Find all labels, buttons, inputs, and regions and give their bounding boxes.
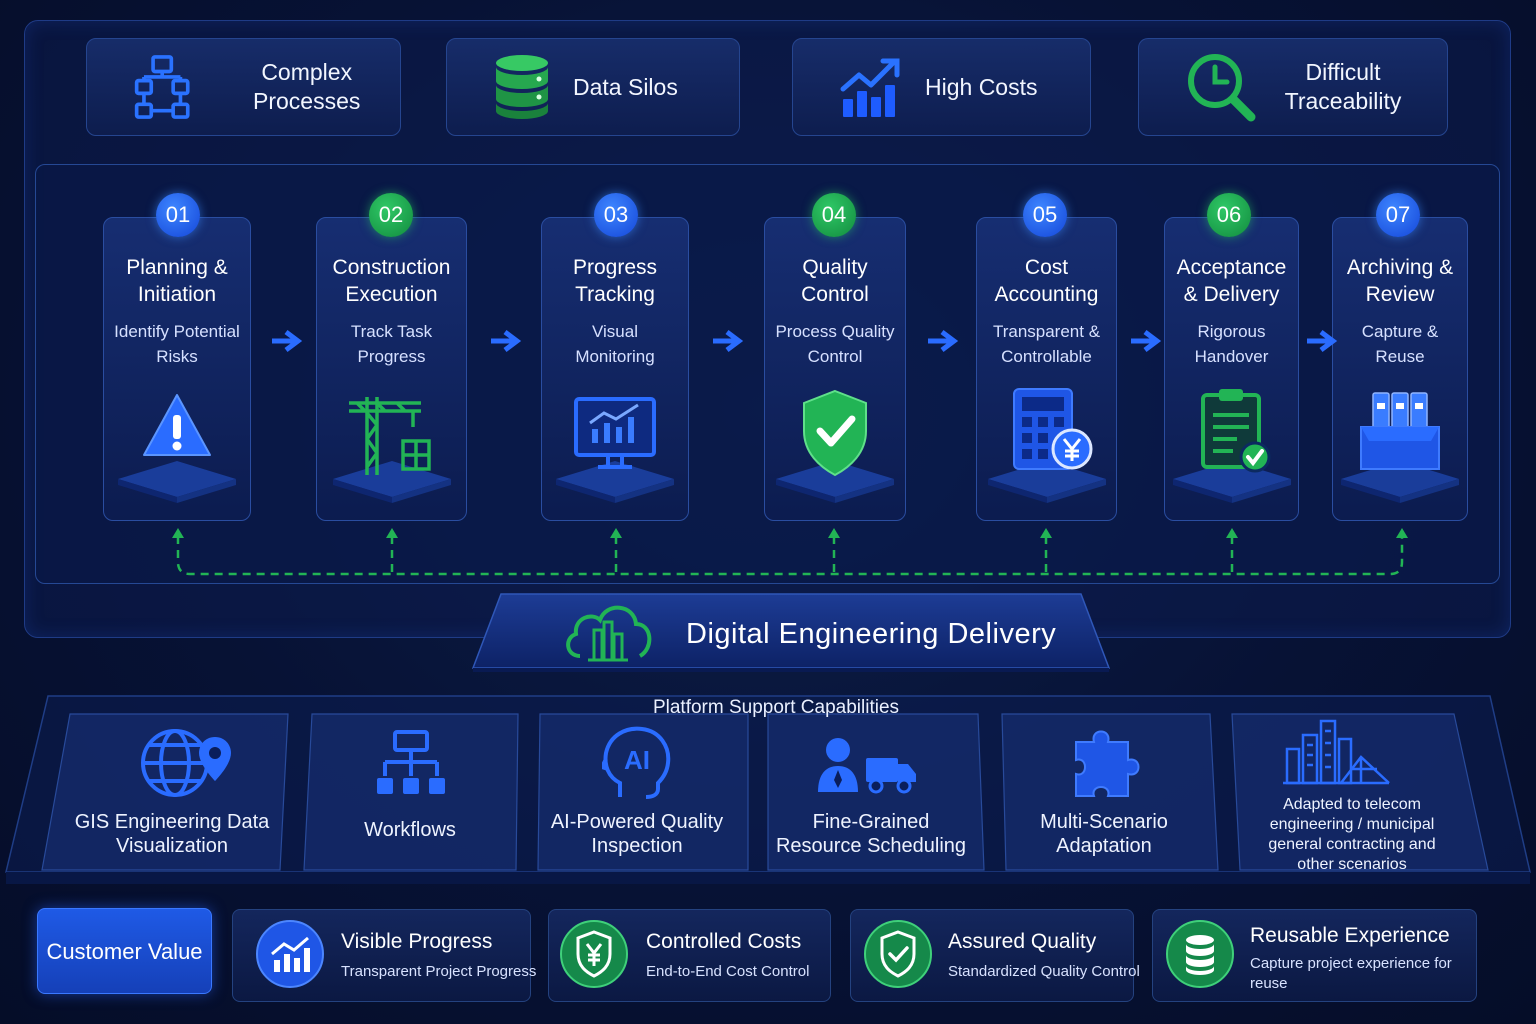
step-card-construction: Construction Execution Track Task Progre… — [316, 217, 467, 521]
step-badge-07: 07 — [1376, 193, 1420, 237]
pain-label: Difficult Traceability — [1284, 59, 1402, 114]
step-title: Acceptance & Delivery — [1176, 256, 1287, 306]
value-title: Assured Quality — [948, 930, 1097, 953]
capability-adapted-scenarios: Adapted to telecom engineering / municip… — [1268, 796, 1436, 873]
step-card-quality: Quality Control Process Quality Control — [764, 217, 906, 521]
arrow-right-icon — [713, 330, 744, 352]
step-subtitle: Capture & Reuse — [1361, 322, 1439, 366]
step-subtitle: Process Quality Control — [775, 322, 895, 366]
value-title: Controlled Costs — [646, 930, 802, 953]
arrow-right-icon — [272, 330, 303, 352]
database-icon — [1166, 920, 1234, 988]
capability-multi-scenario: Multi-Scenario Adaptation — [1040, 811, 1168, 857]
city-skyline-icon — [1283, 719, 1390, 785]
value-subtitle: End-to-End Cost Control — [646, 963, 810, 980]
pain-card-high-costs: High Costs — [792, 38, 1091, 136]
person-truck-icon — [818, 738, 916, 794]
capability-ai-inspection: AI-Powered Quality Inspection — [550, 811, 724, 857]
step-card-planning: Planning & Initiation Identify Potential… — [103, 217, 251, 521]
pain-label: Complex Processes — [253, 59, 361, 114]
ai-head-icon: AI — [602, 726, 671, 799]
value-title: Reusable Experience — [1250, 924, 1450, 947]
step-subtitle: Transparent & Controllable — [992, 322, 1101, 366]
clock-magnifier-icon — [1188, 54, 1256, 122]
step-card-progress: Progress Tracking Visual Monitoring — [541, 217, 689, 521]
step-badge-05: 05 — [1023, 193, 1067, 237]
capability-gis: GIS Engineering Data Visualization — [74, 811, 270, 857]
bar-chart-icon — [256, 920, 324, 988]
step-subtitle: Visual Monitoring — [575, 322, 655, 366]
step-badge-06: 06 — [1207, 193, 1251, 237]
step-badge-01: 01 — [156, 193, 200, 237]
archive-binders-icon — [1341, 392, 1459, 503]
arrow-right-icon — [1131, 330, 1162, 352]
svg-text:AI: AI — [624, 745, 650, 775]
step-title: Progress Tracking — [572, 256, 658, 306]
workflow-icon — [377, 730, 445, 794]
step-card-archiving: Archiving & Review Capture & Reuse — [1332, 217, 1468, 521]
value-subtitle: Transparent Project Progress — [341, 963, 537, 980]
puzzle-icon — [1075, 730, 1140, 797]
capability-resource-scheduling: Fine-Grained Resource Scheduling — [775, 811, 967, 857]
platform-title: Platform Support Capabilities — [652, 697, 900, 718]
capability-workflows: Workflows — [364, 819, 456, 841]
arrow-right-icon — [1307, 330, 1338, 352]
pain-label: High Costs — [925, 73, 1038, 100]
database-icon — [496, 55, 548, 119]
monitor-chart-icon — [556, 397, 674, 503]
flowchart-icon — [134, 55, 190, 119]
pain-label: Data Silos — [573, 73, 678, 100]
value-subtitle: Capture project experience for reuse — [1250, 955, 1452, 992]
step-title: Cost Accounting — [994, 256, 1099, 306]
cloud-city-icon — [566, 605, 652, 662]
pain-card-difficult-traceability: Difficult Traceability — [1138, 38, 1448, 136]
step-badge-02: 02 — [369, 193, 413, 237]
step-card-acceptance: Acceptance & Delivery Rigorous Handover — [1164, 217, 1299, 521]
step-title: Archiving & Review — [1346, 256, 1454, 306]
step-title: Planning & Initiation — [126, 256, 228, 306]
pain-card-data-silos: Data Silos — [446, 38, 740, 136]
crane-icon — [332, 397, 451, 503]
value-subtitle: Standardized Quality Control — [948, 963, 1140, 980]
step-badge-03: 03 — [594, 193, 638, 237]
arrow-right-icon — [491, 330, 522, 352]
step-title: Construction Execution — [332, 256, 451, 306]
step-badge-04: 04 — [812, 193, 856, 237]
step-subtitle: Rigorous Handover — [1194, 322, 1269, 366]
rising-chart-icon — [840, 58, 900, 117]
step-subtitle: Track Task Progress — [350, 322, 433, 366]
step-title: Quality Control — [801, 256, 869, 306]
shield-check-icon — [776, 389, 894, 503]
value-title: Visible Progress — [341, 930, 493, 953]
yen-shield-icon — [560, 920, 628, 988]
calculator-yen-icon — [987, 388, 1106, 503]
feedback-loop-connector — [172, 528, 1408, 576]
delivery-title: Digital Engineering Delivery — [686, 618, 1057, 650]
warning-icon — [118, 394, 236, 503]
pain-card-complex-processes: Complex Processes — [86, 38, 401, 136]
customer-value-badge: Customer Value — [37, 908, 212, 994]
step-subtitle: Identify Potential Risks — [114, 322, 240, 366]
step-card-cost: Cost Accounting Transparent & Controllab… — [976, 217, 1117, 521]
shield-check-icon — [864, 920, 932, 988]
arrow-right-icon — [928, 330, 959, 352]
clipboard-check-icon — [1172, 389, 1291, 503]
globe-pin-icon — [141, 729, 231, 797]
